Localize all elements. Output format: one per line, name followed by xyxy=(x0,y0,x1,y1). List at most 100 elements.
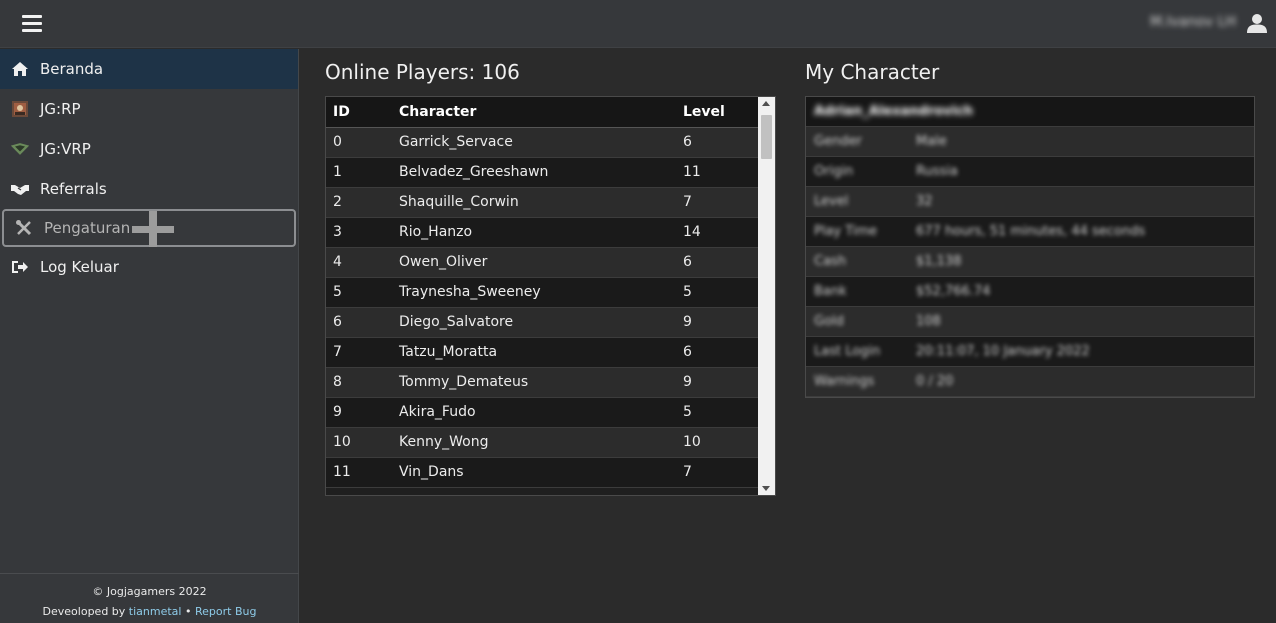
sidebar-footer: © Jogjagamers 2022 Deveoloped by tianmet… xyxy=(0,573,299,623)
sidebar-item-label: Pengaturan xyxy=(44,219,131,237)
character-name: Adrian_Alexandrovich xyxy=(814,104,974,119)
cell-character: Akira_Fudo xyxy=(392,397,676,428)
cell-character: Tatzu_Moratta xyxy=(392,337,676,368)
scroll-up-arrow-icon[interactable] xyxy=(762,101,770,106)
cell-id: 7 xyxy=(326,337,392,368)
report-bug-link[interactable]: Report Bug xyxy=(195,605,256,618)
separator-dot: • xyxy=(184,605,192,618)
sidebar-item-log-keluar[interactable]: Log Keluar xyxy=(0,247,298,287)
table-row: 6 Diego_Salvatore 9 xyxy=(326,307,758,338)
cell-id: 9 xyxy=(326,397,392,428)
character-stat-label: Bank xyxy=(814,284,847,299)
sidebar-item-jgrp[interactable]: JG:RP xyxy=(0,89,298,129)
table-row: 2 Shaquille_Corwin 7 xyxy=(326,187,758,218)
character-stat-row: Origin Russia xyxy=(806,157,1254,187)
players-scrollbar[interactable] xyxy=(758,97,775,495)
scroll-down-arrow-icon[interactable] xyxy=(762,486,770,491)
cell-id: 5 xyxy=(326,277,392,308)
cell-id: 1 xyxy=(326,157,392,188)
sidebar-item-referrals[interactable]: Referrals xyxy=(0,169,298,209)
table-row: 7 Tatzu_Moratta 6 xyxy=(326,337,758,368)
cell-character: Tommy_Demateus xyxy=(392,367,676,398)
my-character-table: Adrian_Alexandrovich Gender Male Origin Rus… xyxy=(805,96,1255,398)
character-stat-value: 677 hours, 51 minutes, 44 seconds xyxy=(916,224,1146,239)
sidebar-item-label: JG:RP xyxy=(40,100,81,118)
cell-id: 2 xyxy=(326,187,392,218)
online-players-title: Online Players: 106 xyxy=(325,60,520,84)
character-stat-row: Bank $52,766.74 xyxy=(806,277,1254,307)
character-stat-row: Last Login 20:11:07, 10 January 2022 xyxy=(806,337,1254,367)
cell-level: 6 xyxy=(676,127,758,158)
table-header-row: ID Character Level xyxy=(326,97,758,128)
developer-link[interactable]: tianmetal xyxy=(129,605,182,618)
column-header-id[interactable]: ID xyxy=(326,97,392,128)
table-row: 11 Vin_Dans 7 xyxy=(326,457,758,488)
hamburger-menu-icon[interactable] xyxy=(22,15,42,32)
sidebar: Beranda JG:RP JG:VRP Referrals Pengatura… xyxy=(0,49,299,623)
scroll-thumb[interactable] xyxy=(761,115,772,159)
character-stat-row: Gold 108 xyxy=(806,307,1254,337)
character-stat-label: Play Time xyxy=(814,224,878,239)
cell-level: 5 xyxy=(676,397,758,428)
cell-level: 7 xyxy=(676,187,758,218)
character-stat-value: Male xyxy=(916,134,947,149)
table-row: 9 Akira_Fudo 5 xyxy=(326,397,758,428)
character-stat-label: Last Login xyxy=(814,344,881,359)
character-stat-value: 32 xyxy=(916,194,933,209)
developed-by-text: Deveoloped by xyxy=(42,605,126,618)
character-stat-row: Play Time 677 hours, 51 minutes, 44 secon… xyxy=(806,217,1254,247)
cell-character: Garrick_Servace xyxy=(392,127,676,158)
cell-id: 10 xyxy=(326,427,392,458)
wrench-screwdriver-icon xyxy=(14,218,34,238)
sidebar-item-label: Beranda xyxy=(40,60,104,78)
table-row: 4 Owen_Oliver 6 xyxy=(326,247,758,278)
cell-id: 3 xyxy=(326,217,392,248)
sidebar-item-pengaturan[interactable]: Pengaturan xyxy=(2,209,296,247)
top-bar: M.Ivanov LH xyxy=(0,0,1276,48)
home-icon xyxy=(10,59,30,79)
column-header-level[interactable]: Level xyxy=(676,97,758,128)
character-stat-value: 0 / 20 xyxy=(916,374,954,389)
character-stat-row: Cash $1,138 xyxy=(806,247,1254,277)
jgvrp-logo-icon xyxy=(10,139,30,159)
user-icon[interactable] xyxy=(1246,12,1268,34)
online-players-table-container[interactable]: ID Character Level 0 Garrick_Servace 6 1 Bel… xyxy=(325,96,776,496)
table-row: 0 Garrick_Servace 6 xyxy=(326,127,758,158)
cell-level: 9 xyxy=(676,367,758,398)
credits-line: Deveoloped by tianmetal • Report Bug xyxy=(0,602,299,622)
cell-id: 0 xyxy=(326,127,392,158)
copyright-text: © Jogjagamers 2022 xyxy=(92,585,207,598)
cell-character: Diego_Salvatore xyxy=(392,307,676,338)
cell-character: Traynesha_Sweeney xyxy=(392,277,676,308)
column-header-character[interactable]: Character xyxy=(392,97,676,128)
online-players-table: ID Character Level 0 Garrick_Servace 6 1 Bel… xyxy=(326,97,758,488)
cell-level: 9 xyxy=(676,307,758,338)
character-stat-value: Russia xyxy=(916,164,958,179)
character-stat-label: Gender xyxy=(814,134,862,149)
cell-character: Rio_Hanzo xyxy=(392,217,676,248)
character-stat-label: Gold xyxy=(814,314,844,329)
cell-character: Shaquille_Corwin xyxy=(392,187,676,218)
sidebar-item-jgvrp[interactable]: JG:VRP xyxy=(0,129,298,169)
sidebar-item-label: JG:VRP xyxy=(40,140,91,158)
sidebar-item-label: Log Keluar xyxy=(40,258,119,276)
cell-level: 11 xyxy=(676,157,758,188)
cell-character: Belvadez_Greeshawn xyxy=(392,157,676,188)
cell-id: 6 xyxy=(326,307,392,338)
my-character-title: My Character xyxy=(805,60,940,84)
cell-level: 7 xyxy=(676,457,758,488)
table-row: 1 Belvadez_Greeshawn 11 xyxy=(326,157,758,188)
cell-id: 11 xyxy=(326,457,392,488)
character-name-row: Adrian_Alexandrovich xyxy=(806,97,1254,127)
character-stat-value: 20:11:07, 10 January 2022 xyxy=(916,344,1090,359)
cell-id: 8 xyxy=(326,367,392,398)
user-name[interactable]: M.Ivanov LH xyxy=(1150,14,1236,30)
table-row: 8 Tommy_Demateus 9 xyxy=(326,367,758,398)
sidebar-item-beranda[interactable]: Beranda xyxy=(0,49,298,89)
table-row: 3 Rio_Hanzo 14 xyxy=(326,217,758,248)
cell-level: 6 xyxy=(676,247,758,278)
character-stat-label: Level xyxy=(814,194,849,209)
cell-level: 14 xyxy=(676,217,758,248)
character-stat-value: $52,766.74 xyxy=(916,284,991,299)
character-stat-value: $1,138 xyxy=(916,254,962,269)
